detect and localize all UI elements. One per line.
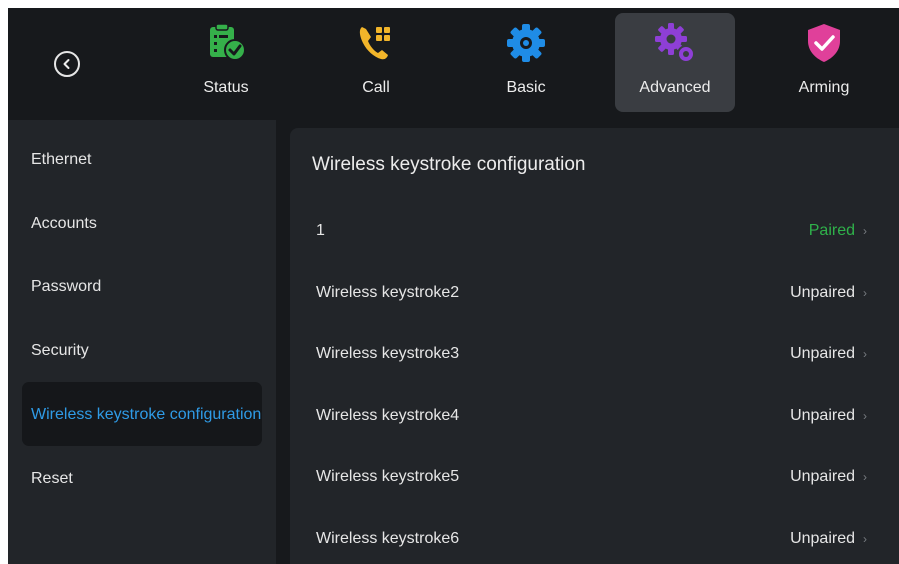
sidebar-item-security[interactable]: Security bbox=[22, 319, 262, 381]
list-item[interactable]: 1 Paired › bbox=[290, 205, 899, 257]
list-item[interactable]: Wireless keystroke2 Unpaired › bbox=[290, 267, 899, 319]
chevron-right-icon: › bbox=[863, 286, 867, 300]
tab-label: Advanced bbox=[639, 79, 711, 96]
status-badge: Unpaired bbox=[790, 345, 855, 362]
list-item[interactable]: Wireless keystroke4 Unpaired › bbox=[290, 390, 899, 442]
tab-advanced[interactable]: Advanced bbox=[615, 13, 735, 112]
chevron-left-icon bbox=[63, 59, 70, 69]
chevron-right-icon: › bbox=[863, 532, 867, 546]
sidebar-item-reset[interactable]: Reset bbox=[22, 447, 262, 509]
status-badge: Unpaired bbox=[790, 530, 855, 547]
back-button[interactable] bbox=[54, 51, 80, 77]
chevron-right-icon: › bbox=[863, 409, 867, 423]
sidebar-item-wireless-keystroke-configuration[interactable]: Wireless keystroke configuration bbox=[22, 382, 262, 446]
gears-icon bbox=[653, 21, 697, 65]
tab-status[interactable]: Status bbox=[166, 13, 286, 112]
keystroke-name: 1 bbox=[316, 222, 325, 239]
chevron-right-icon: › bbox=[863, 470, 867, 484]
keystroke-name: Wireless keystroke5 bbox=[316, 468, 460, 485]
keystroke-name: Wireless keystroke2 bbox=[316, 284, 460, 301]
status-badge: Unpaired bbox=[790, 284, 855, 301]
status-badge: Paired bbox=[808, 222, 855, 239]
page-title: Wireless keystroke configuration bbox=[312, 154, 586, 175]
gear-icon bbox=[504, 21, 548, 65]
keystroke-name: Wireless keystroke4 bbox=[316, 407, 460, 424]
tab-label: Arming bbox=[798, 79, 850, 96]
chevron-right-icon: › bbox=[863, 224, 867, 238]
tab-arming[interactable]: Arming bbox=[764, 13, 884, 112]
tab-label: Status bbox=[203, 79, 249, 96]
sidebar: Ethernet Accounts Password Security Wire… bbox=[8, 120, 276, 564]
clipboard-check-icon bbox=[204, 21, 248, 65]
list-item[interactable]: Wireless keystroke5 Unpaired › bbox=[290, 451, 899, 503]
sidebar-item-accounts[interactable]: Accounts bbox=[22, 192, 262, 254]
phone-grid-icon bbox=[354, 21, 398, 65]
keystroke-name: Wireless keystroke3 bbox=[316, 345, 460, 362]
tab-basic[interactable]: Basic bbox=[466, 13, 586, 112]
keystroke-name: Wireless keystroke6 bbox=[316, 530, 460, 547]
top-nav: Status Call Basic Advanced Arming bbox=[8, 8, 899, 118]
shield-check-icon bbox=[802, 21, 846, 65]
status-badge: Unpaired bbox=[790, 468, 855, 485]
tab-label: Call bbox=[362, 79, 390, 96]
status-badge: Unpaired bbox=[790, 407, 855, 424]
tab-label: Basic bbox=[506, 79, 546, 96]
list-item[interactable]: Wireless keystroke6 Unpaired › bbox=[290, 513, 899, 564]
main-panel: Wireless keystroke configuration 1 Paire… bbox=[290, 128, 899, 564]
sidebar-item-password[interactable]: Password bbox=[22, 255, 262, 317]
list-item[interactable]: Wireless keystroke3 Unpaired › bbox=[290, 328, 899, 380]
chevron-right-icon: › bbox=[863, 347, 867, 361]
tab-call[interactable]: Call bbox=[316, 13, 436, 112]
screen: Status Call Basic Advanced Arming Ethern… bbox=[8, 8, 899, 564]
sidebar-item-ethernet[interactable]: Ethernet bbox=[22, 128, 262, 190]
